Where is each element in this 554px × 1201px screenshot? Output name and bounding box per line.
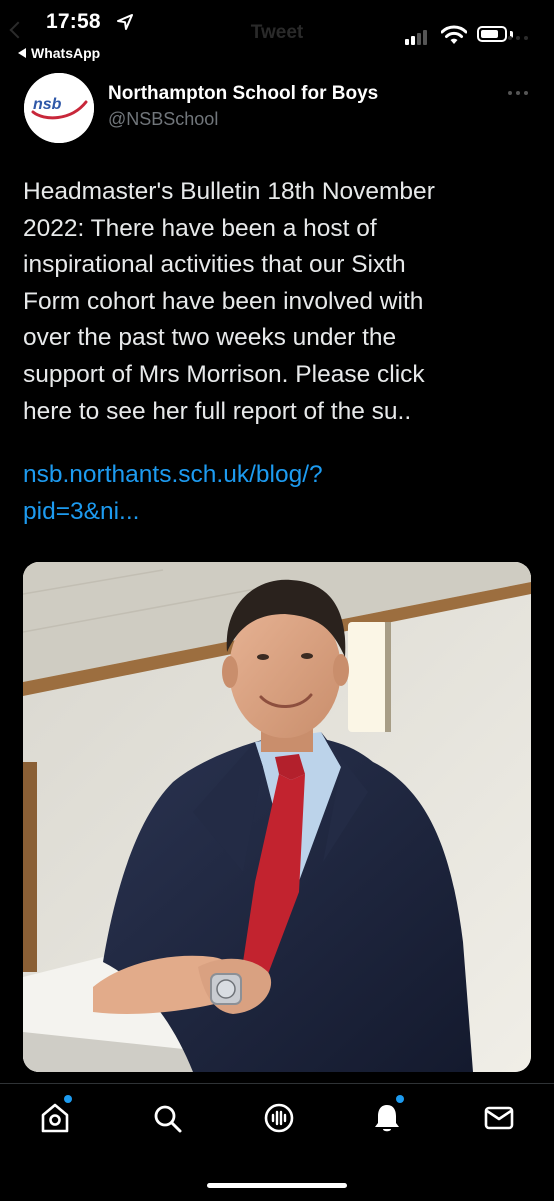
tweet-text-line: here to see her full report of the su.. xyxy=(23,397,412,425)
tab-messages[interactable] xyxy=(482,1101,516,1135)
bell-icon xyxy=(375,1105,399,1132)
home-badge xyxy=(64,1095,72,1103)
tweet-text-line: inspirational activities that our Sixth xyxy=(23,251,406,279)
tweet-text-line: 2022: There have been a host of xyxy=(23,214,377,242)
tab-spaces[interactable] xyxy=(262,1101,296,1135)
tweet-link[interactable]: nsb.northants.sch.uk/blog/? pid=3&ni... xyxy=(23,457,538,530)
tab-home[interactable] xyxy=(38,1101,72,1135)
tab-search[interactable] xyxy=(150,1101,184,1135)
tweet-text-line: Headmaster's Bulletin 18th November xyxy=(23,178,435,205)
home-indicator[interactable] xyxy=(207,1183,347,1188)
author-avatar[interactable]: nsb xyxy=(24,73,94,143)
home-icon xyxy=(41,1103,69,1133)
tweet-text-line: Form cohort have been involved with xyxy=(23,287,424,315)
author-name[interactable]: Northampton School for Boys xyxy=(108,83,378,105)
tweet-text-line: support of Mrs Morrison. Please click xyxy=(23,360,425,388)
battery-icon xyxy=(477,26,507,42)
location-arrow-icon xyxy=(117,14,133,30)
wifi-icon xyxy=(441,25,467,44)
back-triangle-icon xyxy=(18,48,26,58)
nsb-logo-icon: nsb xyxy=(24,73,94,143)
tweet-link-line[interactable]: nsb.northants.sch.uk/blog/? xyxy=(23,457,538,494)
notifications-badge xyxy=(396,1095,404,1103)
search-icon xyxy=(154,1105,182,1133)
tweet-more-icon[interactable] xyxy=(508,91,530,97)
tweet-text-line: over the past two weeks under the xyxy=(23,324,397,352)
status-bar: Tweet 17:58 WhatsApp xyxy=(0,0,554,66)
header-more-icon[interactable] xyxy=(508,36,530,42)
tweet-text: Headmaster's Bulletin 18th November 2022… xyxy=(23,174,538,430)
tweet-photo[interactable] xyxy=(23,562,531,1072)
cellular-signal-icon xyxy=(405,27,433,45)
status-time: 17:58 xyxy=(46,10,101,33)
avatar-text: nsb xyxy=(33,96,62,113)
author-handle[interactable]: @NSBSchool xyxy=(108,109,218,130)
envelope-icon xyxy=(484,1106,514,1130)
tweet-link-line[interactable]: pid=3&ni... xyxy=(23,494,538,531)
photo-illustration xyxy=(23,562,531,1072)
back-to-app-label: WhatsApp xyxy=(31,45,101,61)
spaces-icon xyxy=(264,1103,294,1133)
tab-notifications[interactable] xyxy=(370,1101,404,1135)
